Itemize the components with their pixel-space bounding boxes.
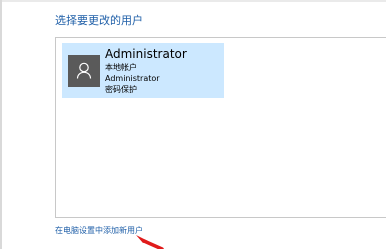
section-title: 选择要更改的用户 — [55, 14, 143, 27]
user-tile-administrator[interactable]: Administrator 本地帐户 Administrator 密码保护 — [62, 43, 224, 98]
window-left-border — [0, 0, 2, 249]
user-protection: 密码保护 — [105, 85, 137, 94]
add-new-user-link[interactable]: 在电脑设置中添加新用户 — [55, 226, 143, 236]
user-silhouette-icon — [68, 55, 100, 87]
user-name: Administrator — [105, 47, 187, 61]
window-top-border — [0, 0, 386, 2]
user-group: Administrator — [105, 74, 160, 83]
user-account-type: 本地帐户 — [105, 63, 137, 72]
red-arrow-annotation-icon — [136, 235, 164, 249]
